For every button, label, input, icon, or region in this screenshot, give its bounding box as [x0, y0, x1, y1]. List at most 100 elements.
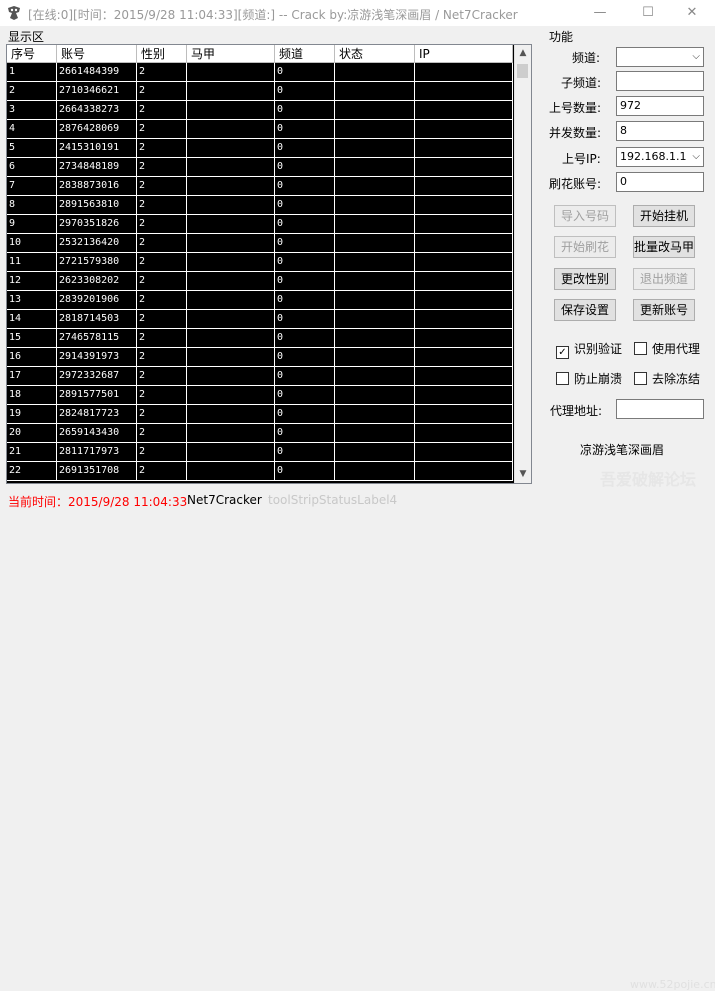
table-row[interactable]: 8 2891563810 2 0 — [7, 196, 513, 215]
table-row[interactable]: 6 2734848189 2 0 — [7, 158, 513, 177]
flower-account-label: 刷花账号: — [549, 177, 602, 191]
flower-account-input[interactable]: 0 — [616, 172, 704, 192]
table-row[interactable]: 5 2415310191 2 0 — [7, 139, 513, 158]
table-cell: 0 — [275, 291, 335, 310]
anti-crash-checkbox[interactable]: 防止崩溃 — [556, 372, 622, 386]
table-cell: 10 — [7, 234, 57, 253]
table-cell: 17 — [7, 367, 57, 386]
start-hang-button[interactable]: 开始挂机 — [633, 205, 695, 227]
start-flower-button[interactable]: 开始刷花 — [554, 236, 616, 258]
column-header[interactable]: 性别 — [137, 45, 187, 63]
column-header[interactable]: 状态 — [335, 45, 415, 63]
table-row[interactable]: 9 2970351826 2 0 — [7, 215, 513, 234]
chevron-down-icon: ⌵ — [692, 51, 700, 62]
table-cell: 0 — [275, 139, 335, 158]
table-cell — [415, 329, 513, 348]
table-row[interactable]: 14 2818714503 2 0 — [7, 310, 513, 329]
table-row[interactable]: 17 2972332687 2 0 — [7, 367, 513, 386]
login-count-input[interactable]: 972 — [616, 96, 704, 116]
column-header[interactable]: 马甲 — [187, 45, 275, 63]
table-row[interactable]: 22 2691351708 2 0 — [7, 462, 513, 481]
table-row[interactable]: 21 2811717973 2 0 — [7, 443, 513, 462]
app-icon — [8, 6, 20, 20]
scroll-thumb[interactable] — [517, 64, 528, 78]
table-cell — [415, 348, 513, 367]
table-cell — [415, 443, 513, 462]
ip-value: 192.168.1.1 — [620, 150, 687, 163]
table-cell — [335, 272, 415, 291]
table-row[interactable]: 2 2710346621 2 0 — [7, 82, 513, 101]
table-row[interactable]: 3 2664338273 2 0 — [7, 101, 513, 120]
table-row[interactable]: 10 2532136420 2 0 — [7, 234, 513, 253]
table-cell — [187, 291, 275, 310]
table-cell: 2691351708 — [57, 462, 137, 481]
table-cell — [187, 329, 275, 348]
table-cell: 2824817723 — [57, 405, 137, 424]
table-row[interactable]: 12 2623308202 2 0 — [7, 272, 513, 291]
table-cell — [415, 120, 513, 139]
table-row[interactable]: 1 2661484399 2 0 — [7, 63, 513, 82]
table-row[interactable]: 19 2824817723 2 0 — [7, 405, 513, 424]
scroll-down-arrow-icon[interactable]: ▼ — [515, 466, 531, 483]
column-header[interactable]: 账号 — [57, 45, 137, 63]
table-cell: 0 — [275, 63, 335, 82]
refresh-accounts-button[interactable]: 更新账号 — [633, 299, 695, 321]
table-cell — [335, 120, 415, 139]
import-numbers-button[interactable]: 导入号码 — [554, 205, 616, 227]
table-cell: 2891563810 — [57, 196, 137, 215]
table-row[interactable]: 16 2914391973 2 0 — [7, 348, 513, 367]
scroll-up-arrow-icon[interactable]: ▲ — [515, 45, 531, 62]
table-cell: 2 — [137, 234, 187, 253]
table-cell: 2 — [137, 101, 187, 120]
subchannel-label: 子频道: — [561, 76, 602, 90]
table-cell: 4 — [7, 120, 57, 139]
close-button[interactable]: ✕ — [669, 0, 715, 26]
table-row[interactable]: 11 2721579380 2 0 — [7, 253, 513, 272]
exit-channel-button[interactable]: 退出频道 — [633, 268, 695, 290]
minimize-button[interactable]: — — [577, 0, 623, 26]
table-cell: 2721579380 — [57, 253, 137, 272]
table-row[interactable]: 15 2746578115 2 0 — [7, 329, 513, 348]
table-cell — [335, 158, 415, 177]
concurrency-input[interactable]: 8 — [616, 121, 704, 141]
table-cell: 2 — [137, 272, 187, 291]
proxy-checkbox[interactable]: 使用代理 — [634, 342, 700, 356]
table-row[interactable]: 4 2876428069 2 0 — [7, 120, 513, 139]
table-cell: 2532136420 — [57, 234, 137, 253]
table-row[interactable]: 18 2891577501 2 0 — [7, 386, 513, 405]
table-cell: 2 — [137, 424, 187, 443]
grid-scrollbar[interactable]: ▲ ▼ — [514, 45, 531, 483]
table-cell — [187, 443, 275, 462]
table-cell — [415, 63, 513, 82]
subchannel-input[interactable] — [616, 71, 704, 91]
change-gender-button[interactable]: 更改性别 — [554, 268, 616, 290]
table-cell: 2 — [137, 291, 187, 310]
table-row[interactable]: 20 2659143430 2 0 — [7, 424, 513, 443]
column-header[interactable]: IP — [415, 45, 513, 63]
ip-select[interactable]: 192.168.1.1 ⌵ — [616, 147, 704, 167]
table-cell — [335, 253, 415, 272]
unfreeze-checkbox[interactable]: 去除冻结 — [634, 372, 700, 386]
batch-rename-button[interactable]: 批量改马甲 — [633, 236, 695, 258]
status-current-time: 当前时间：2015/9/28 11:04:33 — [8, 495, 188, 509]
table-cell — [335, 291, 415, 310]
table-cell — [187, 272, 275, 291]
table-cell: 0 — [275, 101, 335, 120]
save-settings-button[interactable]: 保存设置 — [554, 299, 616, 321]
table-cell: 12 — [7, 272, 57, 291]
table-cell: 0 — [275, 158, 335, 177]
proxy-address-input[interactable] — [616, 399, 704, 419]
column-header[interactable]: 序号 — [7, 45, 57, 63]
table-row[interactable]: 7 2838873016 2 0 — [7, 177, 513, 196]
captcha-checkbox[interactable]: ✓ 识别验证 — [556, 342, 622, 359]
column-header[interactable]: 频道 — [275, 45, 335, 63]
table-cell: 0 — [275, 120, 335, 139]
account-grid[interactable]: 序号 账号 性别 马甲 频道 状态 IP 1 2661484399 2 0 2 2710346621 2… — [6, 44, 532, 484]
table-cell: 2623308202 — [57, 272, 137, 291]
table-cell: 0 — [275, 272, 335, 291]
table-cell — [335, 348, 415, 367]
maximize-button[interactable]: ☐ — [625, 0, 671, 26]
table-cell — [187, 139, 275, 158]
table-row[interactable]: 13 2839201906 2 0 — [7, 291, 513, 310]
channel-select[interactable]: ⌵ — [616, 47, 704, 67]
